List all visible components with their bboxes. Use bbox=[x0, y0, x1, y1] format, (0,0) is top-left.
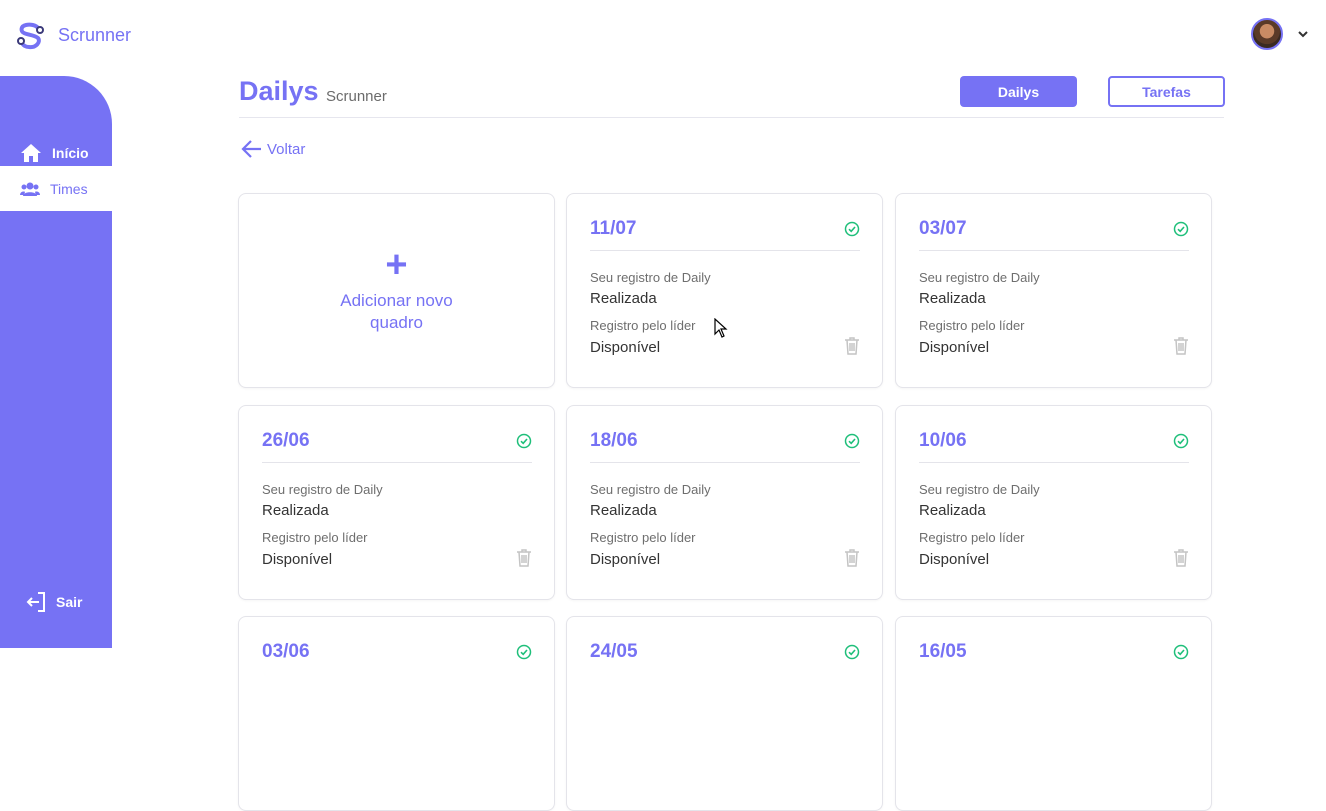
daily-card[interactable]: 18/06 Seu registro de Daily Realizada Re… bbox=[566, 405, 883, 600]
daily-date: 24/05 bbox=[590, 641, 638, 662]
daily-date: 03/07 bbox=[919, 218, 967, 239]
daily-date: 11/07 bbox=[590, 218, 637, 239]
daily-card[interactable]: 24/05 bbox=[566, 616, 883, 811]
leader-record-label: Registro pelo líder bbox=[919, 318, 1025, 333]
page-subtitle: Scrunner bbox=[326, 88, 387, 105]
own-record-label: Seu registro de Daily bbox=[590, 482, 711, 497]
check-circle-icon bbox=[516, 433, 532, 449]
check-circle-icon bbox=[1173, 221, 1189, 237]
daily-date: 16/05 bbox=[919, 641, 967, 662]
sidebar-item-times[interactable]: Times bbox=[0, 166, 112, 211]
back-link[interactable]: Voltar bbox=[241, 139, 305, 159]
scrunner-logo-icon[interactable] bbox=[16, 21, 46, 51]
daily-card[interactable]: 26/06 Seu registro de Daily Realizada Re… bbox=[238, 405, 555, 600]
chevron-down-icon[interactable] bbox=[1297, 28, 1309, 40]
check-circle-icon bbox=[1173, 433, 1189, 449]
check-circle-icon bbox=[1173, 644, 1189, 660]
trash-icon[interactable] bbox=[1173, 337, 1189, 355]
own-record-label: Seu registro de Daily bbox=[262, 482, 383, 497]
leader-record-label: Registro pelo líder bbox=[919, 530, 1025, 545]
logout-button[interactable]: Sair bbox=[0, 579, 112, 624]
daily-card[interactable]: 03/07 Seu registro de Daily Realizada Re… bbox=[895, 193, 1212, 388]
daily-date: 18/06 bbox=[590, 430, 638, 451]
header-divider bbox=[239, 117, 1224, 118]
trash-icon[interactable] bbox=[1173, 549, 1189, 567]
leader-record-value: Disponível bbox=[919, 339, 990, 356]
own-record-value: Realizada bbox=[590, 502, 657, 519]
trash-icon[interactable] bbox=[844, 337, 860, 355]
team-icon bbox=[20, 182, 40, 196]
daily-date: 10/06 bbox=[919, 430, 967, 451]
sidebar-item-label: Times bbox=[50, 180, 88, 197]
card-divider bbox=[919, 250, 1189, 251]
brand-name[interactable]: Scrunner bbox=[58, 25, 131, 46]
card-divider bbox=[919, 462, 1189, 463]
page-title: Dailys bbox=[239, 76, 319, 106]
logout-label: Sair bbox=[56, 593, 83, 610]
user-avatar[interactable] bbox=[1251, 18, 1283, 50]
own-record-value: Realizada bbox=[919, 502, 986, 519]
top-bar: Scrunner bbox=[0, 0, 1326, 70]
add-board-card[interactable]: + Adicionar novo quadro bbox=[238, 193, 555, 388]
daily-card[interactable]: 10/06 Seu registro de Daily Realizada Re… bbox=[895, 405, 1212, 600]
trash-icon[interactable] bbox=[516, 549, 532, 567]
leader-record-label: Registro pelo líder bbox=[590, 318, 696, 333]
own-record-value: Realizada bbox=[590, 290, 657, 307]
trash-icon[interactable] bbox=[844, 549, 860, 567]
daily-card[interactable]: 03/06 bbox=[238, 616, 555, 811]
check-circle-icon bbox=[516, 644, 532, 660]
daily-date: 26/06 bbox=[262, 430, 310, 451]
tab-tarefas[interactable]: Tarefas bbox=[1108, 76, 1225, 107]
card-divider bbox=[590, 250, 860, 251]
tab-dailys[interactable]: Dailys bbox=[960, 76, 1077, 107]
home-icon bbox=[21, 143, 41, 162]
mouse-cursor-icon bbox=[714, 318, 728, 338]
check-circle-icon bbox=[844, 221, 860, 237]
logout-icon bbox=[26, 591, 45, 612]
card-divider bbox=[262, 462, 532, 463]
check-circle-icon bbox=[844, 433, 860, 449]
leader-record-label: Registro pelo líder bbox=[590, 530, 696, 545]
own-record-label: Seu registro de Daily bbox=[590, 270, 711, 285]
leader-record-value: Disponível bbox=[919, 551, 990, 568]
own-record-value: Realizada bbox=[919, 290, 986, 307]
daily-date: 03/06 bbox=[262, 641, 310, 662]
own-record-label: Seu registro de Daily bbox=[919, 482, 1040, 497]
leader-record-value: Disponível bbox=[590, 551, 661, 568]
check-circle-icon bbox=[844, 644, 860, 660]
sidebar: Início Times Sair bbox=[0, 76, 112, 648]
own-record-label: Seu registro de Daily bbox=[919, 270, 1040, 285]
card-divider bbox=[590, 462, 860, 463]
plus-icon: + bbox=[385, 243, 408, 286]
leader-record-label: Registro pelo líder bbox=[262, 530, 368, 545]
own-record-value: Realizada bbox=[262, 502, 329, 519]
leader-record-value: Disponível bbox=[590, 339, 661, 356]
daily-card[interactable]: 16/05 bbox=[895, 616, 1212, 811]
arrow-left-icon bbox=[241, 140, 261, 158]
add-board-label: Adicionar novo quadro bbox=[340, 290, 453, 332]
back-label: Voltar bbox=[267, 140, 306, 158]
daily-card[interactable]: 11/07 Seu registro de Daily Realizada Re… bbox=[566, 193, 883, 388]
leader-record-value: Disponível bbox=[262, 551, 333, 568]
sidebar-item-label: Início bbox=[52, 144, 89, 161]
